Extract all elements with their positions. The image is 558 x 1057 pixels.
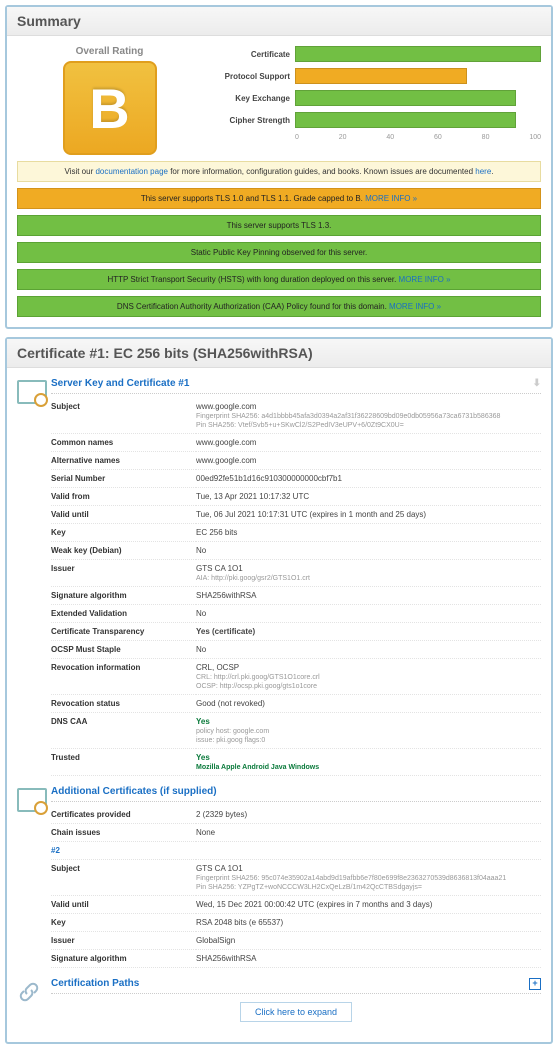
- cert-details-table: Subjectwww.google.comFingerprint SHA256:…: [51, 398, 541, 776]
- notice-docs: Visit our documentation page for more in…: [17, 161, 541, 182]
- chart-bar-row: Cipher Strength: [210, 112, 541, 128]
- certificate-panel: Certificate #1: EC 256 bits (SHA256withR…: [5, 337, 553, 1044]
- certificate-header: Certificate #1: EC 256 bits (SHA256withR…: [7, 339, 551, 368]
- overall-rating-label: Overall Rating: [17, 46, 202, 57]
- ratings-chart: Certificate Protocol Support Key Exchange C…: [202, 46, 541, 155]
- expand-icon[interactable]: +: [529, 978, 541, 990]
- chart-category-label: Protocol Support: [210, 72, 295, 81]
- notice-hpkp: Static Public Key Pinning observed for t…: [17, 242, 541, 263]
- documentation-link[interactable]: documentation page: [95, 167, 168, 176]
- more-info-link[interactable]: MORE INFO »: [389, 302, 441, 311]
- chart-category-label: Certificate: [210, 50, 295, 59]
- chart-bar: [295, 46, 541, 62]
- chart-bar: [295, 90, 516, 106]
- certificate-icon: [17, 786, 51, 968]
- chain-icon: [17, 978, 51, 1022]
- additional-certs-section-title: Additional Certificates (if supplied): [51, 786, 541, 802]
- summary-header: Summary: [7, 7, 551, 36]
- cert-paths-section-title[interactable]: Certification Paths +: [51, 978, 541, 994]
- chart-category-label: Cipher Strength: [210, 116, 295, 125]
- cert-2-link[interactable]: #2: [51, 846, 60, 855]
- grade-badge: B: [63, 61, 157, 155]
- chart-bar-row: Certificate: [210, 46, 541, 62]
- chart-bar: [295, 68, 467, 84]
- additional-certs-table: Certificates provided2 (2329 bytes) Chai…: [51, 806, 541, 968]
- summary-body: Overall Rating B Certificate Protocol Sup…: [7, 36, 551, 327]
- more-info-link[interactable]: MORE INFO »: [399, 275, 451, 284]
- server-key-section-title: Server Key and Certificate #1 ⬇: [51, 378, 541, 394]
- chart-bar-row: Key Exchange: [210, 90, 541, 106]
- expand-paths-button[interactable]: Click here to expand: [240, 1002, 352, 1022]
- chart-category-label: Key Exchange: [210, 94, 295, 103]
- notice-caa: DNS Certification Authority Authorizatio…: [17, 296, 541, 317]
- certificate-icon: [17, 378, 51, 776]
- summary-panel: Summary Overall Rating B Certificate Prot…: [5, 5, 553, 329]
- overall-rating: Overall Rating B: [17, 46, 202, 155]
- notice-hsts: HTTP Strict Transport Security (HSTS) wi…: [17, 269, 541, 290]
- download-icon[interactable]: ⬇: [533, 378, 541, 389]
- known-issues-link[interactable]: here: [475, 167, 491, 176]
- notice-tls13: This server supports TLS 1.3.: [17, 215, 541, 236]
- more-info-link[interactable]: MORE INFO »: [365, 194, 417, 203]
- chart-bar-row: Protocol Support: [210, 68, 541, 84]
- chart-bar: [295, 112, 516, 128]
- notice-tls-old: This server supports TLS 1.0 and TLS 1.1…: [17, 188, 541, 209]
